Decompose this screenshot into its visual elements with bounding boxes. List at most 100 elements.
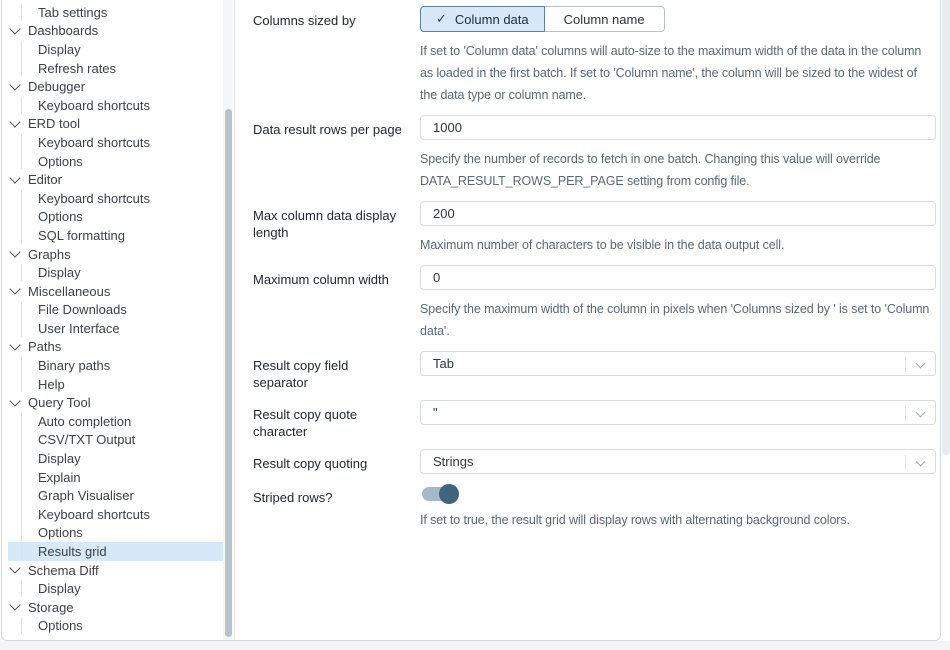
- tree-item-label: Auto completion: [38, 414, 131, 429]
- field-help-text: Specify the number of records to fetch i…: [420, 148, 936, 192]
- form-row-columns-sized-by: Columns sized by✓Column dataColumn nameI…: [253, 6, 936, 106]
- form-row-result-copy-quoting: Result copy quotingStrings: [253, 449, 936, 474]
- form-row-data-result-rows-per-page: Data result rows per page1000Specify the…: [253, 115, 936, 192]
- tree-children: File Downloads User Interface: [21, 301, 232, 338]
- tree-item-label: Graph Visualiser: [38, 488, 134, 503]
- switch-striped-rows[interactable]: [422, 487, 456, 501]
- tree-group-label: Dashboards: [28, 23, 98, 38]
- tree-group-label: Storage: [28, 600, 74, 615]
- toggle-option-column-data[interactable]: ✓Column data: [420, 6, 545, 32]
- field-label: Result copy quote character: [253, 400, 420, 440]
- input-max-column-data-display-length[interactable]: 200: [420, 201, 936, 226]
- tree-group-label: Editor: [28, 172, 62, 187]
- tree-item-options[interactable]: Options: [21, 617, 232, 636]
- tree-group-label: Graphs: [28, 247, 71, 262]
- select-value: Strings: [433, 454, 473, 469]
- chevron-down-icon[interactable]: [9, 284, 20, 295]
- tree-item-options[interactable]: Options: [21, 524, 232, 543]
- tree-item-label: SQL formatting: [38, 228, 125, 243]
- tree-item-options[interactable]: Options: [21, 208, 232, 227]
- select-result-copy-quoting[interactable]: Strings: [420, 449, 936, 474]
- tree-group-graphs[interactable]: Graphs: [2, 245, 232, 264]
- tree-item-file-downloads[interactable]: File Downloads: [21, 301, 232, 320]
- tree-item-explain[interactable]: Explain: [21, 468, 232, 487]
- chevron-down-icon[interactable]: [9, 23, 20, 34]
- field-control: ✓Column dataColumn name If set to 'Column…: [420, 6, 936, 106]
- tree-children: Keyboard shortcuts: [21, 96, 232, 115]
- tree-children: Keyboard shortcutsOptionsSQL formatting: [21, 189, 232, 245]
- preferences-card: Tab settingsDashboards Display Refresh rat…: [1, 0, 941, 641]
- tree-group-paths[interactable]: Paths: [2, 338, 232, 357]
- tree-item-auto-completion[interactable]: Auto completion: [21, 412, 232, 431]
- field-control: Strings: [420, 449, 936, 474]
- chevron-down-icon[interactable]: [916, 359, 926, 369]
- tree-group-debugger[interactable]: Debugger: [2, 77, 232, 96]
- chevron-down-icon[interactable]: [9, 562, 20, 573]
- chevron-down-icon[interactable]: [9, 246, 20, 257]
- tree-item-tab-settings[interactable]: Tab settings: [21, 3, 232, 22]
- tree-item-label: Keyboard shortcuts: [38, 135, 150, 150]
- tree-item-binary-paths[interactable]: Binary paths: [21, 356, 232, 375]
- settings-panel: Columns sized by✓Column dataColumn nameI…: [234, 0, 940, 640]
- select-result-copy-quote-character[interactable]: ": [420, 400, 936, 425]
- tree-item-display[interactable]: Display: [21, 579, 232, 598]
- chevron-down-icon[interactable]: [9, 339, 20, 350]
- tree-item-label: File Downloads: [38, 302, 127, 317]
- tree-item-label: Display: [38, 42, 81, 57]
- tree-item-label: User Interface: [38, 321, 120, 336]
- tree-item-keyboard-shortcuts[interactable]: Keyboard shortcuts: [21, 133, 232, 152]
- tree-item-results-grid[interactable]: Results grid: [8, 542, 232, 561]
- tree-item-graph-visualiser[interactable]: Graph Visualiser: [21, 486, 232, 505]
- tree-item-keyboard-shortcuts[interactable]: Keyboard shortcuts: [21, 96, 232, 115]
- tree-item-label: Refresh rates: [38, 61, 116, 76]
- tree-item-csv-txt-output[interactable]: CSV/TXT Output: [21, 431, 232, 450]
- tree-item-label: Display: [38, 265, 81, 280]
- tree-group-label: Paths: [28, 339, 61, 354]
- tree-group-storage[interactable]: Storage: [2, 598, 232, 617]
- tree-children: Display: [21, 579, 232, 598]
- tree-item-display[interactable]: Display: [21, 40, 232, 59]
- field-help-text: Specify the maximum width of the column …: [420, 298, 936, 342]
- input-data-result-rows-per-page[interactable]: 1000: [420, 115, 936, 140]
- tree-item-display[interactable]: Display: [21, 263, 232, 282]
- tree-item-keyboard-shortcuts[interactable]: Keyboard shortcuts: [21, 189, 232, 208]
- tree-group-miscellaneous[interactable]: Miscellaneous: [2, 282, 232, 301]
- panel-scrollbar-thumb[interactable]: [942, 0, 950, 455]
- tree-group-editor[interactable]: Editor: [2, 170, 232, 189]
- preferences-dialog: Tab settingsDashboards Display Refresh rat…: [0, 0, 950, 650]
- tree-group-dashboards[interactable]: Dashboards: [2, 22, 232, 41]
- tree-group-label: Schema Diff: [28, 563, 99, 578]
- tree-item-label: Keyboard shortcuts: [38, 98, 150, 113]
- chevron-down-icon[interactable]: [9, 116, 20, 127]
- tree-item-keyboard-shortcuts[interactable]: Keyboard shortcuts: [21, 505, 232, 524]
- chevron-down-icon[interactable]: [916, 457, 926, 467]
- select-result-copy-field-separator[interactable]: Tab: [420, 351, 936, 376]
- tree-group-query-tool[interactable]: Query Tool: [2, 393, 232, 412]
- select-value: Tab: [433, 356, 454, 371]
- tree-item-options[interactable]: Options: [21, 152, 232, 171]
- field-control: 1000 Specify the number of records to fet…: [420, 115, 936, 192]
- chevron-down-icon[interactable]: [916, 408, 926, 418]
- settings-form: Columns sized by✓Column dataColumn nameI…: [235, 0, 940, 531]
- tree-item-display[interactable]: Display: [21, 449, 232, 468]
- tree-item-help[interactable]: Help: [21, 375, 232, 394]
- chevron-down-icon[interactable]: [9, 79, 20, 90]
- switch-knob[interactable]: [439, 484, 459, 504]
- tree-item-sql-formatting[interactable]: SQL formatting: [21, 226, 232, 245]
- dialog-outer-background: [0, 641, 950, 650]
- tree-children: Options: [21, 617, 232, 636]
- tree-item-user-interface[interactable]: User Interface: [21, 319, 232, 338]
- toggle-group-columns-sized-by: ✓Column dataColumn name: [420, 6, 665, 32]
- tree-group-erd-tool[interactable]: ERD tool: [2, 115, 232, 134]
- field-control: If set to true, the result grid will dis…: [420, 483, 936, 531]
- chevron-down-icon[interactable]: [9, 395, 20, 406]
- field-help-text: If set to 'Column data' columns will aut…: [420, 40, 936, 106]
- toggle-option-column-name[interactable]: Column name: [545, 6, 665, 32]
- tree-item-refresh-rates[interactable]: Refresh rates: [21, 59, 232, 78]
- chevron-down-icon[interactable]: [9, 600, 20, 611]
- field-label: Result copy field separator: [253, 351, 420, 391]
- chevron-down-icon[interactable]: [9, 172, 20, 183]
- sidebar-scrollbar-thumb[interactable]: [225, 109, 232, 637]
- input-maximum-column-width[interactable]: 0: [420, 265, 936, 290]
- tree-group-schema-diff[interactable]: Schema Diff: [2, 561, 232, 580]
